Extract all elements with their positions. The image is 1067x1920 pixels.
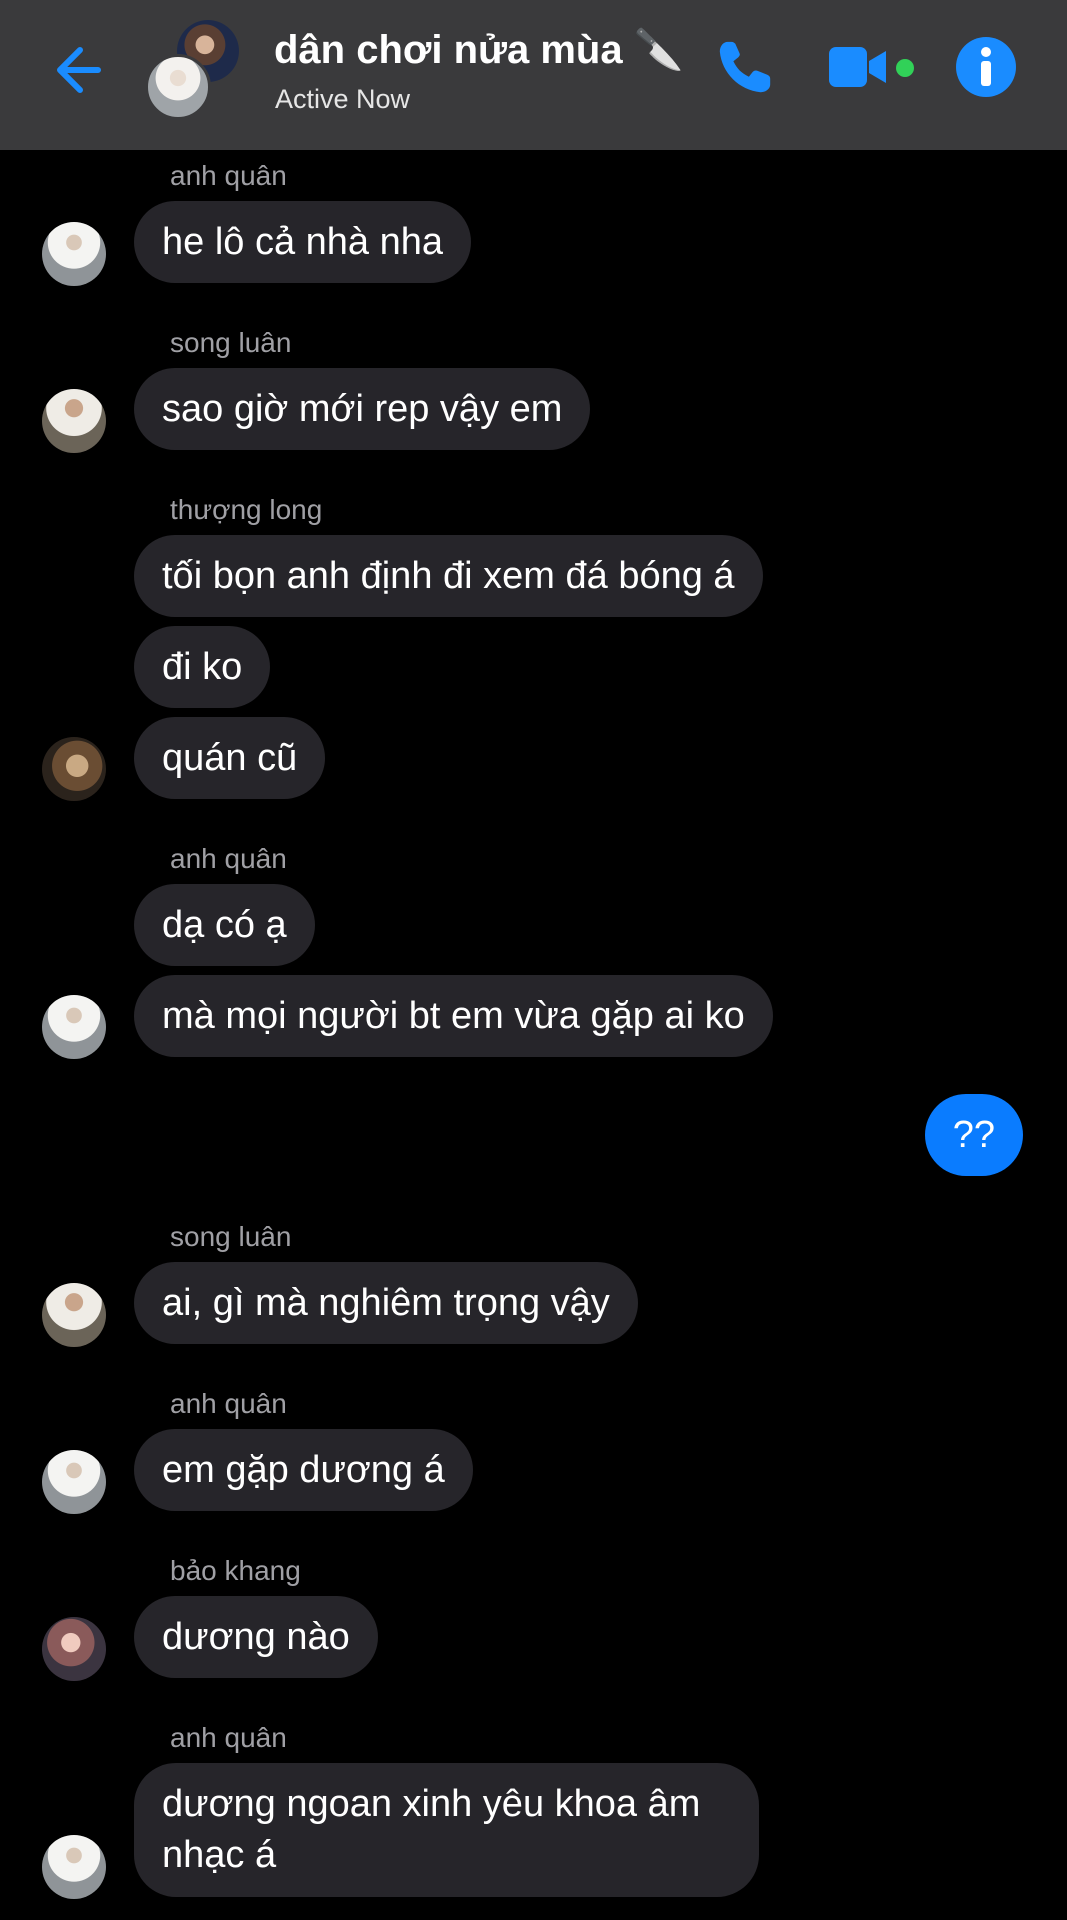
chat-title[interactable]: dân chơi nửa mùa 🔪 (274, 26, 684, 73)
message-bubble[interactable]: tối bọn anh định đi xem đá bóng á (134, 535, 763, 617)
sender-name: song luân (170, 327, 292, 358)
message-bubble[interactable]: he lô cả nhà nha (134, 201, 472, 283)
avatar[interactable] (42, 222, 106, 286)
sender-name: song luân (170, 1221, 292, 1252)
message-bubble[interactable]: dương nào (134, 1596, 378, 1678)
message-bubble[interactable]: sao giờ mới rep vậy em (134, 368, 591, 450)
avatar[interactable] (42, 1835, 106, 1899)
avatar[interactable] (42, 1617, 106, 1681)
online-indicator-icon (896, 59, 914, 77)
group-avatar[interactable] (145, 20, 245, 120)
sender-name: anh quân (170, 1388, 287, 1419)
info-icon[interactable] (955, 36, 1017, 98)
sender-name: anh quân (170, 1722, 287, 1753)
back-arrow-icon[interactable] (40, 38, 104, 102)
message-bubble[interactable]: quán cũ (134, 717, 326, 799)
message-bubble[interactable]: mà mọi người bt em vừa gặp ai ko (134, 975, 773, 1057)
outgoing-message-bubble[interactable]: ?? (924, 1094, 1023, 1176)
avatar[interactable] (42, 389, 106, 453)
avatar[interactable] (42, 995, 106, 1059)
sender-name: anh quân (170, 160, 287, 191)
message-bubble[interactable]: dạ có ạ (134, 884, 315, 966)
message-bubble[interactable]: dương ngoan xinh yêu khoa âm nhạc á (134, 1763, 759, 1897)
phone-icon[interactable] (714, 36, 776, 98)
avatar[interactable] (42, 1283, 106, 1347)
member-avatar (145, 54, 211, 120)
message-bubble[interactable]: em gặp dương á (134, 1429, 473, 1511)
sender-name: thượng long (170, 494, 323, 525)
message-bubble[interactable]: ai, gì mà nghiêm trọng vậy (134, 1262, 638, 1344)
chat-header: dân chơi nửa mùa 🔪 Active Now (0, 0, 1067, 150)
chat-title-text: dân chơi nửa mùa (274, 28, 623, 72)
message-bubble[interactable]: đi ko (134, 626, 271, 708)
sender-name: anh quân (170, 843, 287, 874)
knife-emoji: 🔪 (633, 28, 684, 72)
video-camera-icon[interactable] (828, 42, 890, 92)
sender-name: bảo khang (170, 1555, 301, 1586)
avatar[interactable] (42, 1450, 106, 1514)
active-status: Active Now (275, 84, 411, 114)
avatar[interactable] (42, 737, 106, 801)
